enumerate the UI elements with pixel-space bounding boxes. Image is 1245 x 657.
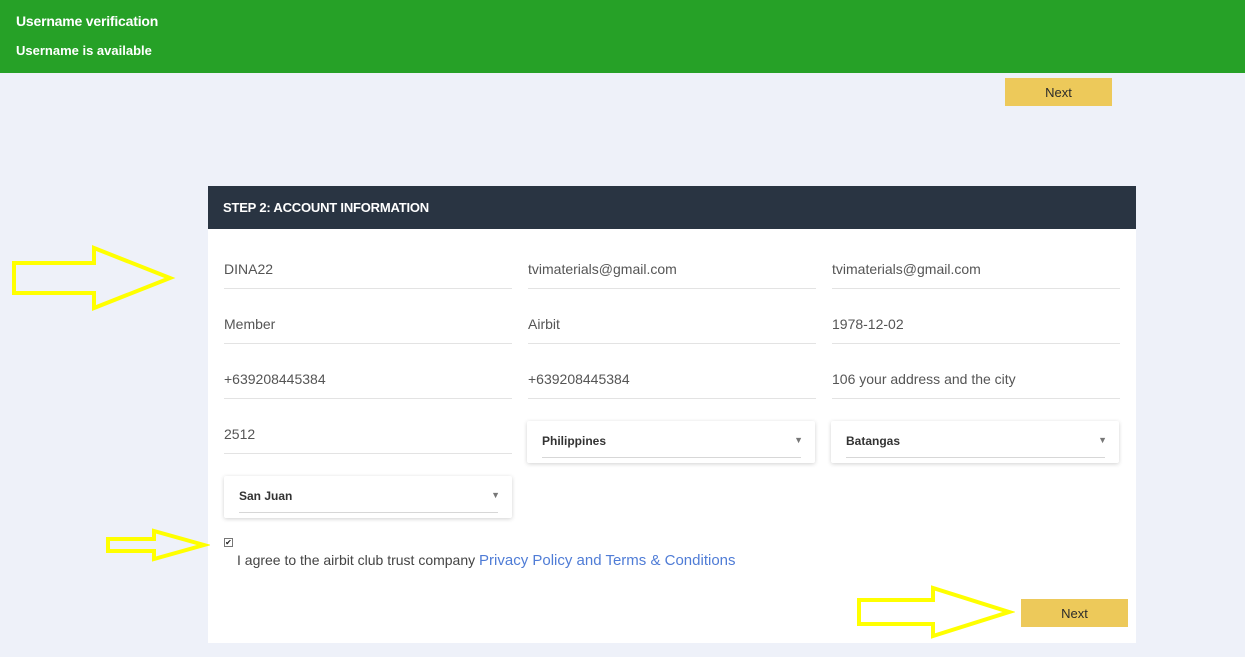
zip-field[interactable]: 2512 [224, 418, 512, 454]
zip-value: 2512 [224, 426, 256, 442]
address-field[interactable]: 106 your address and the city [832, 363, 1120, 399]
phone-field[interactable]: +639208445384 [224, 363, 512, 399]
city-value: San Juan [239, 489, 293, 503]
last-name-value: Airbit [528, 316, 560, 332]
province-select[interactable]: Batangas ▼ [831, 421, 1119, 463]
username-verification-banner: Username verification Username is availa… [0, 0, 1245, 73]
arrow-annotation-icon [106, 528, 210, 562]
phone-value: +639208445384 [224, 371, 326, 387]
phone-confirm-field[interactable]: +639208445384 [528, 363, 816, 399]
address-value: 106 your address and the city [832, 371, 1016, 387]
arrow-annotation-icon [12, 245, 176, 311]
chevron-down-icon: ▼ [1098, 435, 1107, 445]
phone-confirm-value: +639208445384 [528, 371, 630, 387]
birthdate-value: 1978-12-02 [832, 316, 904, 332]
username-field[interactable]: DINA22 [224, 253, 512, 289]
next-button-bottom[interactable]: Next [1021, 599, 1128, 627]
country-value: Philippines [542, 434, 607, 448]
first-name-value: Member [224, 316, 276, 332]
country-select[interactable]: Philippines ▼ [527, 421, 815, 463]
chevron-down-icon: ▼ [794, 435, 803, 445]
last-name-field[interactable]: Airbit [528, 308, 816, 344]
next-button-top[interactable]: Next [1005, 78, 1112, 106]
select-underline [846, 457, 1105, 458]
banner-title: Username verification [16, 13, 159, 29]
email-confirm-field[interactable]: tvimaterials@gmail.com [832, 253, 1120, 289]
email-field[interactable]: tvimaterials@gmail.com [528, 253, 816, 289]
email-confirm-value: tvimaterials@gmail.com [832, 261, 981, 277]
city-select[interactable]: San Juan ▼ [224, 476, 512, 518]
province-value: Batangas [846, 434, 901, 448]
first-name-field[interactable]: Member [224, 308, 512, 344]
select-underline [239, 512, 498, 513]
banner-message: Username is available [16, 43, 152, 58]
agreement-label: I agree to the airbit club trust company [237, 552, 476, 568]
email-value: tvimaterials@gmail.com [528, 261, 677, 277]
select-underline [542, 457, 801, 458]
agree-checkbox[interactable]: ✔ [224, 538, 233, 547]
chevron-down-icon: ▼ [491, 490, 500, 500]
username-value: DINA22 [224, 261, 274, 277]
section-title: STEP 2: ACCOUNT INFORMATION [208, 186, 1136, 229]
arrow-annotation-icon [857, 585, 1015, 639]
privacy-terms-link[interactable]: Privacy Policy and Terms & Conditions [479, 552, 736, 569]
birthdate-field[interactable]: 1978-12-02 [832, 308, 1120, 344]
agreement-text: I agree to the airbit club trust company… [237, 552, 736, 569]
